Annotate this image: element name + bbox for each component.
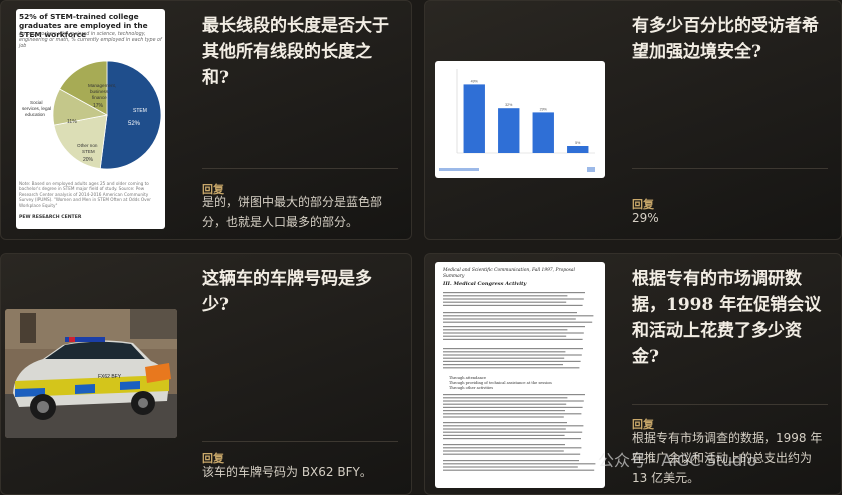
doc-text-line bbox=[443, 354, 582, 356]
doc-text-line bbox=[443, 431, 583, 433]
police-car-image: FX62 BFY bbox=[5, 309, 177, 438]
doc-text-line bbox=[443, 304, 583, 306]
doc-text-line bbox=[443, 463, 596, 465]
doc-text-line bbox=[443, 321, 593, 323]
svg-text:education: education bbox=[25, 112, 45, 117]
doc-text-line bbox=[443, 394, 585, 396]
doc-text-line bbox=[443, 351, 566, 353]
doc-text-line bbox=[443, 301, 567, 303]
watermark: 公众号 · AIGC Studio bbox=[598, 451, 757, 470]
doc-bullet-list: Through attendance Through providing of … bbox=[449, 376, 595, 391]
doc-text-line bbox=[443, 326, 585, 328]
pie-label-social-value: 11% bbox=[67, 119, 77, 125]
doc-text-line bbox=[443, 428, 566, 430]
doc-text-line bbox=[443, 360, 581, 362]
doc-text-line bbox=[443, 338, 583, 340]
pie-thumb-source: PEW RESEARCH CENTER bbox=[19, 215, 82, 220]
bar-chart-thumbnail[interactable]: 49% 32% 29% 5% bbox=[435, 61, 605, 178]
svg-text:business,: business, bbox=[90, 89, 109, 94]
answer-text: 是的，饼图中最大的部分是蓝色部分，也就是人口最多的部分。 bbox=[202, 195, 383, 229]
car-photo-thumbnail[interactable]: FX62 BFY bbox=[5, 309, 177, 438]
doc-text-line bbox=[443, 400, 584, 402]
doc-bullet: Through other activities bbox=[449, 386, 494, 390]
qa-card-3[interactable]: FX62 BFY 这辆车的车牌号码是多少? 回复 该车的车牌号码为 BX62 B… bbox=[0, 253, 412, 495]
pie-label-stem-value: 52% bbox=[128, 121, 141, 127]
doc-text-line bbox=[443, 444, 565, 446]
doc-text-line bbox=[443, 397, 568, 399]
doc-text-line bbox=[443, 332, 584, 334]
doc-text-line bbox=[443, 318, 576, 320]
doc-text-line bbox=[443, 348, 583, 350]
pie-label-mgmt-value: 17% bbox=[93, 103, 104, 109]
doc-text-line bbox=[443, 410, 565, 412]
bar-value-label: 29% bbox=[540, 107, 548, 111]
bar-value-label: 49% bbox=[471, 79, 479, 83]
svg-text:STEM: STEM bbox=[82, 149, 95, 154]
doc-text-lines bbox=[443, 292, 596, 471]
question-text: 根据专有的市场调研数据，1998 年在促销会议和活动上花费了多少资金? bbox=[632, 269, 822, 367]
doc-text-line bbox=[443, 298, 584, 300]
bar bbox=[463, 84, 485, 153]
question-text: 有多少百分比的受访者希望加强边境安全? bbox=[632, 16, 819, 62]
divider bbox=[202, 441, 398, 442]
divider bbox=[202, 168, 398, 169]
doc-text-line bbox=[443, 425, 584, 427]
doc-text-line bbox=[443, 315, 594, 317]
qa-card-1[interactable]: 52% of STEM-trained college graduates ar… bbox=[0, 0, 412, 240]
doc-text-line bbox=[443, 450, 564, 452]
question-text: 这辆车的车牌号码是多少? bbox=[202, 269, 372, 315]
doc-text-line bbox=[443, 416, 564, 418]
pie-label-stem: STEM bbox=[133, 108, 147, 114]
doc-text-line bbox=[443, 295, 568, 297]
chart-footer-icon bbox=[587, 167, 595, 172]
divider bbox=[632, 404, 828, 405]
bar bbox=[567, 146, 589, 153]
pie-label-other: Other non bbox=[77, 143, 98, 148]
chart-footer-bar bbox=[439, 168, 479, 171]
doc-text-line bbox=[443, 460, 579, 462]
doc-text-line bbox=[443, 357, 565, 359]
doc-text-line bbox=[443, 453, 581, 455]
doc-text-line bbox=[443, 335, 567, 337]
license-plate-text: FX62 BFY bbox=[98, 374, 122, 380]
doc-text-line bbox=[443, 434, 565, 436]
svg-text:finance: finance bbox=[92, 95, 107, 100]
pie-chart-thumbnail[interactable]: 52% of STEM-trained college graduates ar… bbox=[16, 9, 165, 229]
doc-text-line bbox=[443, 329, 568, 331]
doc-text-line bbox=[443, 364, 563, 366]
doc-text-line bbox=[443, 406, 583, 408]
divider bbox=[632, 168, 828, 169]
doc-text-line bbox=[443, 438, 581, 440]
doc-text-line bbox=[443, 469, 595, 471]
pie-slice-0 bbox=[99, 60, 162, 170]
document-thumbnail[interactable]: Medical and Scientific Communication, Fa… bbox=[435, 262, 605, 488]
bar bbox=[532, 112, 554, 153]
pie-label-social: Social bbox=[30, 100, 43, 105]
doc-text-line bbox=[443, 292, 585, 294]
doc-text-line bbox=[443, 447, 582, 449]
doc-text-line bbox=[443, 413, 582, 415]
pie-thumb-subtitle: Among workers who majored in science, te… bbox=[19, 32, 162, 49]
answer-text: 29% bbox=[632, 211, 659, 225]
qa-card-2[interactable]: 49% 32% 29% 5% 有多少百分比的受访者希望加强边境安全? 回复 29% bbox=[424, 0, 842, 240]
svg-text:services, legal: services, legal bbox=[22, 106, 51, 111]
pie-label-mgmt: Management, bbox=[88, 83, 116, 88]
doc-text-line bbox=[443, 466, 578, 468]
pie-label-other-value: 20% bbox=[83, 157, 94, 163]
bar-chart: 49% 32% 29% 5% bbox=[439, 69, 595, 172]
pie-thumb-note: Note: Based on employed adults ages 25 a… bbox=[19, 181, 151, 208]
question-text: 最长线段的长度是否大于其他所有线段的长度之和? bbox=[202, 16, 389, 88]
bar-value-label: 5% bbox=[575, 141, 581, 145]
bar-value-label: 32% bbox=[505, 103, 513, 107]
doc-text-line bbox=[443, 403, 567, 405]
bar bbox=[498, 108, 520, 153]
answer-text: 该车的车牌号码为 BX62 BFY。 bbox=[202, 465, 372, 479]
doc-text-line bbox=[443, 422, 567, 424]
pie-chart: STEM 52% Management, business, finance 1… bbox=[22, 60, 162, 170]
doc-text-line bbox=[443, 312, 577, 314]
doc-text-line bbox=[443, 367, 580, 369]
